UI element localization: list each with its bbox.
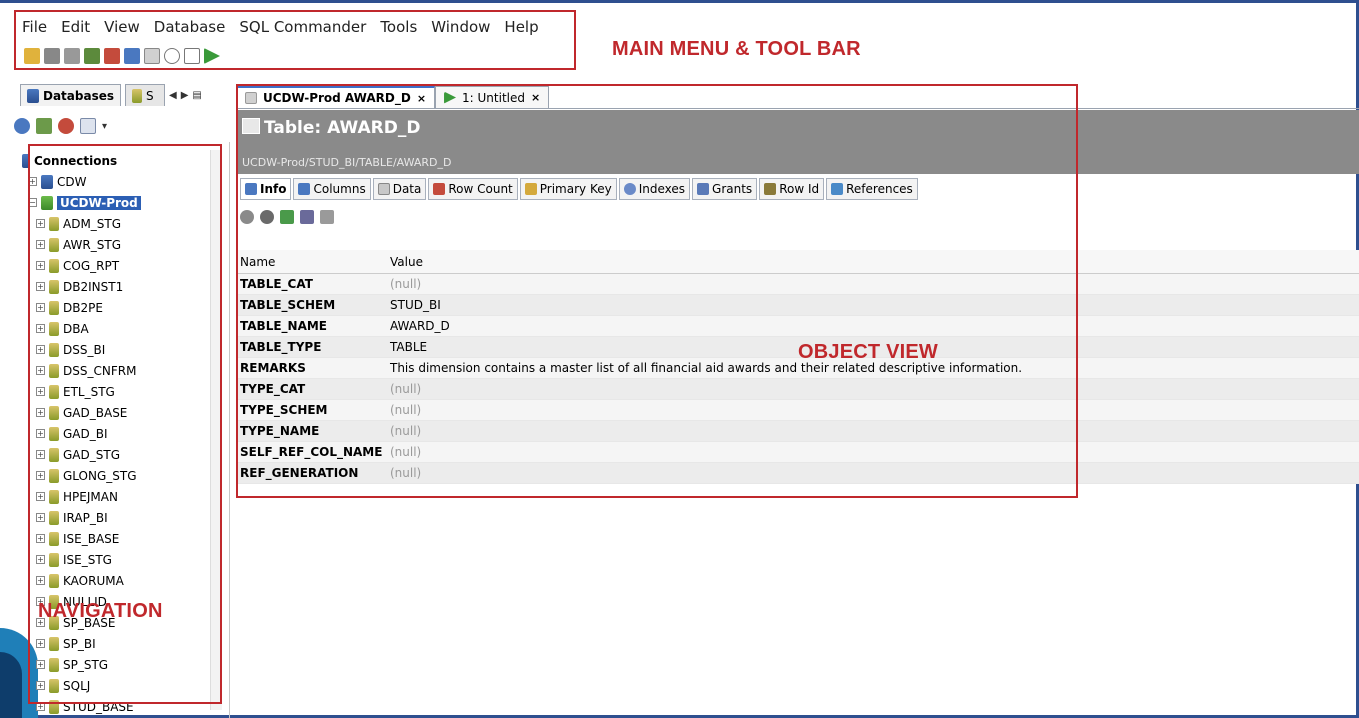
databases-icon (27, 88, 39, 103)
tab-scripts-label: S (146, 88, 154, 103)
tab-databases-label: Databases (43, 88, 115, 103)
navigator-toolbar: ▾ (14, 118, 107, 134)
chevron-down-icon[interactable]: ▾ (102, 121, 107, 132)
tab-scripts[interactable]: S (125, 84, 166, 106)
tab-scroll-left-icon[interactable]: ◀ (169, 90, 177, 101)
tab-databases[interactable]: Databases (20, 84, 122, 106)
stop-connection-icon[interactable] (58, 118, 74, 134)
tab-scroll-right-icon[interactable]: ▶ (181, 90, 189, 101)
filter-icon[interactable] (80, 118, 96, 134)
connect-db-icon[interactable] (14, 118, 30, 134)
menu-toolbar-callout (14, 10, 576, 70)
object-view-callout (236, 84, 1078, 498)
menu-toolbar-callout-label: MAIN MENU & TOOL BAR (612, 38, 861, 60)
scripts-icon (132, 88, 143, 103)
navigation-callout-label: NAVIGATION (38, 600, 163, 622)
new-connection-icon[interactable] (36, 118, 52, 134)
left-panel-tabs: Databases S ◀ ▶ ▤ (20, 84, 202, 106)
object-view-callout-label: OBJECT VIEW (798, 341, 938, 363)
tab-list-icon[interactable]: ▤ (192, 90, 201, 101)
